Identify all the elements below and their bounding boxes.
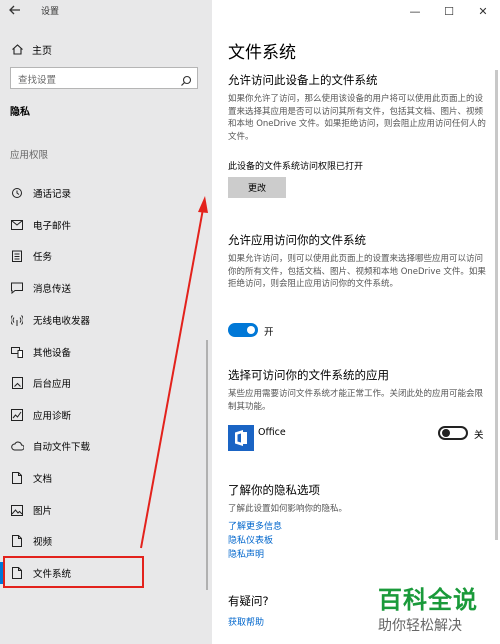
- sidebar-item-label: 通话记录: [33, 189, 72, 200]
- section-privacy-heading: 隐私: [10, 107, 30, 118]
- main-scrollbar[interactable]: [495, 70, 498, 540]
- sidebar-item-other-devices[interactable]: 其他设备: [0, 341, 212, 363]
- sidebar-item-pictures[interactable]: 图片: [0, 499, 212, 521]
- window-controls: — ☐ ✕: [398, 0, 500, 22]
- watermark-title: 百科全说: [378, 586, 478, 614]
- app-diagnostics-icon: [10, 408, 24, 422]
- highlight-annotation: [3, 556, 144, 588]
- section1-description: 如果你允许了访问，那么使用该设备的用户将可以使用此页面上的设置来选择其应用是否可…: [228, 94, 486, 142]
- section-permissions-heading: 应用权限: [10, 150, 49, 161]
- sidebar-item-radios[interactable]: 无线电收发器: [0, 309, 212, 331]
- section5-heading: 有疑问?: [228, 594, 269, 608]
- toggle-state-label: 开: [264, 327, 274, 338]
- back-arrow-icon[interactable]: [8, 3, 24, 19]
- sidebar-scrollbar[interactable]: [206, 340, 208, 590]
- page-title: 文件系统: [228, 43, 296, 63]
- sidebar-item-messaging[interactable]: 消息传送: [0, 277, 212, 299]
- sidebar-item-background-apps[interactable]: 后台应用: [0, 372, 212, 394]
- sidebar-item-label: 自动文件下载: [33, 442, 91, 453]
- sidebar-item-label: 电子邮件: [33, 221, 72, 232]
- sidebar-item-label: 后台应用: [33, 379, 72, 390]
- title-bar: 设置: [0, 0, 212, 22]
- home-link[interactable]: 主页: [10, 40, 52, 58]
- sidebar-item-videos[interactable]: 视频: [0, 530, 212, 552]
- privacy-dashboard-link[interactable]: 隐私仪表板: [228, 533, 273, 546]
- section3-description: 某些应用需要访问文件系统才能正常工作。关闭此处的应用可能会限制其功能。: [228, 389, 484, 412]
- main-content: — ☐ ✕ 文件系统 允许访问此设备上的文件系统 如果你允许了访问，那么使用该设…: [212, 0, 500, 644]
- search-placeholder: 查找设置: [18, 75, 57, 86]
- sidebar-item-call-history[interactable]: 通话记录: [0, 182, 212, 204]
- status-text: 此设备的文件系统访问权限已打开: [228, 162, 364, 172]
- section2-description: 如果允许访问，则可以使用此页面上的设置来选择哪些应用可以访问你的所有文件，包括文…: [228, 254, 486, 289]
- get-help-link[interactable]: 获取帮助: [228, 615, 264, 628]
- section2-heading: 允许应用访问你的文件系统: [228, 233, 366, 247]
- sidebar-item-auto-file-download[interactable]: 自动文件下载: [0, 435, 212, 457]
- sidebar-item-label: 消息传送: [33, 284, 72, 295]
- sidebar: 设置 主页 查找设置 隐私 应用权限 通话记录 电子邮件 任务 消息传送 无线电…: [0, 0, 212, 644]
- radio-icon: [10, 313, 24, 327]
- other-devices-icon: [10, 345, 24, 359]
- office-access-toggle[interactable]: [438, 426, 468, 440]
- sidebar-item-email[interactable]: 电子邮件: [0, 214, 212, 236]
- sidebar-item-label: 应用诊断: [33, 411, 72, 422]
- search-icon[interactable]: [180, 72, 192, 86]
- office-toggle-state-label: 关: [474, 430, 484, 441]
- home-icon: [10, 42, 24, 56]
- call-history-icon: [10, 186, 24, 200]
- sidebar-item-tasks[interactable]: 任务: [0, 245, 212, 267]
- email-icon: [10, 218, 24, 232]
- office-app-icon: [228, 425, 254, 451]
- app-title: 设置: [41, 7, 60, 17]
- sidebar-item-label: 文档: [33, 474, 53, 485]
- toggle-knob: [442, 429, 450, 437]
- watermark-subtitle: 助你轻松解决: [378, 618, 462, 634]
- file-system-access-toggle[interactable]: [228, 323, 258, 337]
- document-icon: [10, 471, 24, 485]
- sidebar-item-label: 图片: [33, 506, 53, 517]
- close-button[interactable]: ✕: [466, 0, 500, 22]
- tasks-icon: [10, 249, 24, 263]
- section4-heading: 了解你的隐私选项: [228, 483, 320, 497]
- change-button[interactable]: 更改: [228, 177, 286, 198]
- cloud-icon: [10, 439, 24, 453]
- pictures-icon: [10, 503, 24, 517]
- section4-description: 了解此设置如何影响你的隐私。: [228, 504, 348, 514]
- videos-icon: [10, 534, 24, 548]
- sidebar-item-label: 无线电收发器: [33, 316, 91, 327]
- background-apps-icon: [10, 376, 24, 390]
- home-label: 主页: [32, 45, 52, 57]
- sidebar-item-label: 任务: [33, 252, 53, 263]
- office-app-name: Office: [258, 427, 286, 438]
- sidebar-item-app-diagnostics[interactable]: 应用诊断: [0, 404, 212, 426]
- privacy-statement-link[interactable]: 隐私声明: [228, 547, 264, 560]
- search-input[interactable]: 查找设置: [10, 67, 198, 89]
- sidebar-item-label: 其他设备: [33, 348, 72, 359]
- messaging-icon: [10, 281, 24, 295]
- sidebar-item-label: 视频: [33, 537, 53, 548]
- watermark: 百科全说 助你轻松解决: [378, 580, 478, 635]
- toggle-knob: [247, 326, 255, 334]
- learn-more-link[interactable]: 了解更多信息: [228, 519, 282, 532]
- section3-heading: 选择可访问你的文件系统的应用: [228, 368, 389, 382]
- sidebar-item-documents[interactable]: 文档: [0, 467, 212, 489]
- minimize-button[interactable]: —: [398, 0, 432, 22]
- maximize-button[interactable]: ☐: [432, 0, 466, 22]
- section1-heading: 允许访问此设备上的文件系统: [228, 73, 378, 87]
